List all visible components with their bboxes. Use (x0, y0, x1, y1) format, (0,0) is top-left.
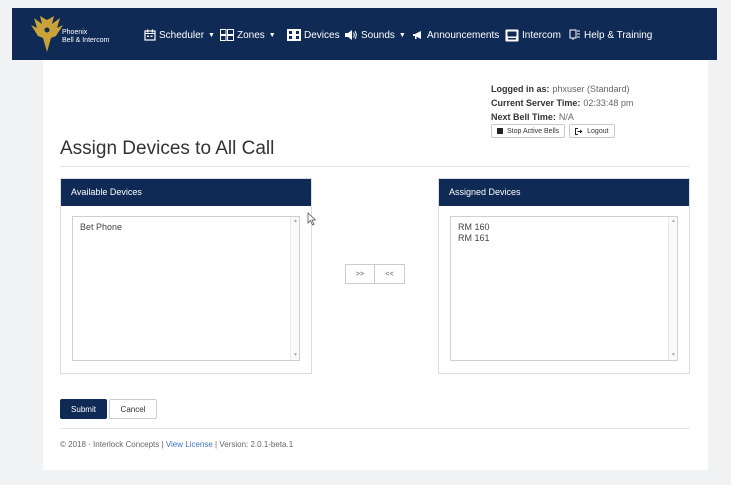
divider (60, 166, 690, 167)
available-devices-list[interactable]: Bet Phone ▲ ▼ (72, 216, 300, 361)
page-title: Assign Devices to All Call (60, 138, 275, 159)
scrollbar[interactable]: ▲ ▼ (668, 217, 677, 360)
view-license-link[interactable]: View License (166, 440, 213, 449)
stop-icon (497, 128, 503, 134)
session-info: Logged in as: phxuser (Standard) Current … (491, 84, 634, 122)
devices-icon (287, 29, 301, 41)
brand[interactable]: Phoenix Bell & Intercom (30, 12, 140, 56)
panel-header: Available Devices (61, 179, 311, 206)
assigned-devices-list[interactable]: RM 160 RM 161 ▲ ▼ (450, 216, 678, 361)
stop-active-bells-button[interactable]: Stop Active Bells (491, 124, 566, 138)
phoenix-logo-icon (31, 16, 63, 52)
divider (60, 428, 690, 429)
footer: © 2018 · Interlock Concepts | View Licen… (60, 440, 294, 449)
scroll-up-icon[interactable]: ▲ (291, 217, 300, 226)
assigned-devices-panel: Assigned Devices RM 160 RM 161 ▲ ▼ (438, 178, 690, 374)
zones-icon (220, 29, 234, 41)
chevron-down-icon: ▼ (208, 31, 215, 39)
help-icon (569, 29, 580, 40)
panel-header: Assigned Devices (439, 179, 689, 206)
main-content: Logged in as: phxuser (Standard) Current … (43, 60, 708, 470)
list-item[interactable]: RM 161 (458, 233, 670, 244)
scroll-up-icon[interactable]: ▲ (669, 217, 678, 226)
scrollbar[interactable]: ▲ ▼ (290, 217, 299, 360)
logout-button[interactable]: Logout (569, 124, 615, 138)
mouse-pointer-icon (307, 212, 317, 226)
nav-sounds[interactable]: Sounds ▼ (344, 26, 406, 44)
list-item[interactable]: RM 160 (458, 222, 670, 233)
nav-help-training[interactable]: Help & Training (569, 26, 652, 44)
chevron-down-icon: ▼ (268, 31, 276, 39)
available-devices-panel: Available Devices Bet Phone ▲ ▼ (60, 178, 312, 374)
list-item[interactable]: Bet Phone (80, 222, 292, 233)
brand-name: Phoenix Bell & Intercom (62, 29, 110, 44)
move-buttons: >> << (345, 264, 405, 284)
nav-intercom[interactable]: Intercom (505, 26, 561, 44)
speaker-icon (345, 30, 357, 40)
remove-device-button[interactable]: << (375, 264, 405, 284)
chevron-down-icon: ▼ (398, 31, 406, 39)
cancel-button[interactable]: Cancel (109, 399, 157, 419)
logout-icon (575, 127, 583, 135)
calendar-icon (144, 29, 156, 41)
scroll-down-icon[interactable]: ▼ (669, 351, 678, 360)
top-navbar: Phoenix Bell & Intercom Scheduler ▼ Zones… (12, 8, 717, 60)
intercom-icon (505, 29, 519, 41)
megaphone-icon (413, 31, 421, 39)
nav-zones[interactable]: Zones ▼ (220, 26, 276, 44)
nav-devices[interactable]: Devices (287, 26, 340, 44)
nav-scheduler[interactable]: Scheduler ▼ (144, 26, 215, 44)
nav-announcements[interactable]: Announcements (412, 26, 499, 44)
submit-button[interactable]: Submit (60, 399, 107, 419)
add-device-button[interactable]: >> (345, 264, 375, 284)
session-actions: Stop Active Bells Logout (491, 124, 615, 138)
scroll-down-icon[interactable]: ▼ (291, 351, 300, 360)
